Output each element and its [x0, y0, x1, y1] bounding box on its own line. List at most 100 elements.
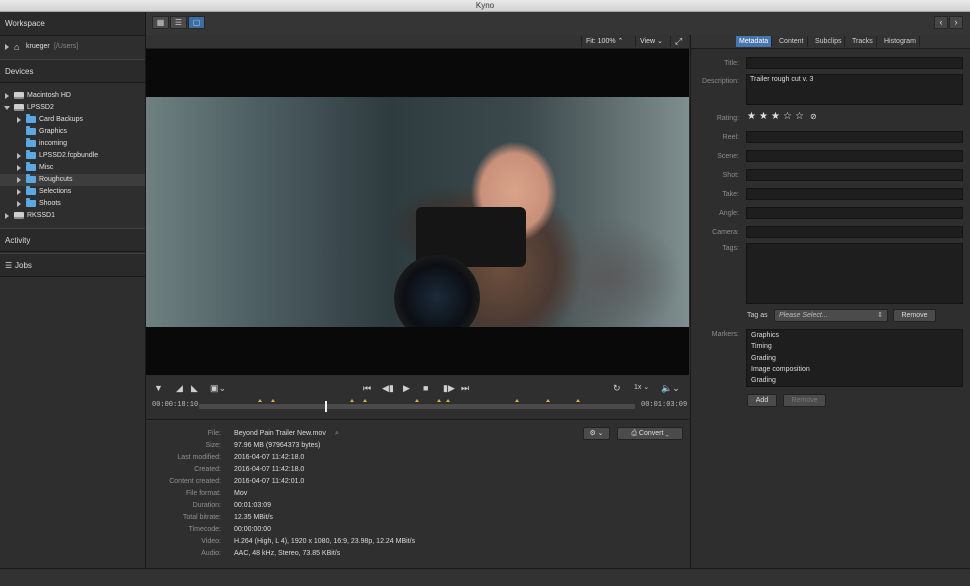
marker-list-item[interactable]: Grading	[751, 376, 776, 386]
timeline-scrubber[interactable]	[199, 399, 635, 412]
devices-header[interactable]: Devices	[0, 59, 145, 83]
fit-zoom-select[interactable]: Fit: 100% ⌃	[581, 36, 627, 47]
folder-item[interactable]: Card Backups	[0, 114, 145, 126]
timeline-marker[interactable]	[545, 399, 550, 402]
settings-menu-button[interactable]: ⚙ ⌄	[583, 427, 610, 440]
play-icon[interactable]: ▶	[403, 382, 410, 394]
tab-subclips[interactable]: Subclips	[812, 36, 846, 47]
video-player[interactable]	[146, 49, 689, 375]
disclosure-triangle-icon[interactable]	[17, 165, 21, 171]
tag-select[interactable]: Please Select... ⇕	[774, 309, 888, 322]
timeline-marker[interactable]	[258, 399, 263, 402]
info-value: H.264 (High, L 4), 1920 x 1080, 16:9, 23…	[234, 538, 416, 545]
title-field[interactable]	[746, 57, 963, 69]
markers-list[interactable]: Graphics Timing Grading Image composition Gr…	[746, 329, 963, 387]
device-item[interactable]: LPSSD2	[0, 102, 145, 114]
timeline-marker[interactable]	[576, 399, 581, 402]
meta-field-label: Scene:	[717, 153, 739, 160]
star-filled-icon[interactable]: ★	[759, 112, 768, 122]
tab-histogram[interactable]: Histogram	[881, 36, 920, 47]
tab-content[interactable]: Content	[776, 36, 808, 47]
meta-field-input[interactable]	[746, 169, 963, 181]
timeline-marker[interactable]	[436, 399, 441, 402]
star-filled-icon[interactable]: ★	[771, 112, 780, 122]
clear-rating-icon[interactable]: ⊘	[810, 112, 817, 122]
forward-icon[interactable]: ›	[949, 16, 963, 29]
description-field[interactable]: Trailer rough cut v. 3	[746, 74, 963, 105]
disclosure-triangle-icon[interactable]	[5, 213, 9, 219]
tag-remove-button[interactable]: Remove	[893, 309, 936, 322]
view-menu[interactable]: View ⌄	[635, 36, 667, 47]
meta-field-input[interactable]	[746, 131, 963, 143]
meta-field-input[interactable]	[746, 150, 963, 162]
disclosure-triangle-icon[interactable]	[5, 44, 9, 50]
timeline-marker[interactable]	[445, 399, 450, 402]
disclosure-triangle-icon[interactable]	[17, 153, 21, 159]
timeline-marker[interactable]	[415, 399, 419, 402]
disclosure-triangle-icon[interactable]	[17, 201, 21, 207]
disclosure-triangle-icon[interactable]	[17, 177, 21, 183]
tags-field[interactable]	[746, 243, 963, 304]
folder-item[interactable]: LPSSD2.fcpbundle	[0, 150, 145, 162]
set-in-point-icon[interactable]: ◢	[176, 382, 183, 394]
go-to-end-icon[interactable]: ⏭	[461, 382, 469, 394]
folder-label: Shoots	[39, 200, 61, 207]
disclosure-triangle-icon[interactable]	[4, 106, 10, 110]
reveal-file-icon[interactable]: ⌕	[335, 428, 339, 440]
device-item[interactable]: Macintosh HD	[0, 90, 145, 102]
back-icon[interactable]: ‹	[934, 16, 948, 29]
remove-marker-button[interactable]: Remove	[783, 394, 826, 407]
meta-field-input[interactable]	[746, 207, 963, 219]
marker-list-item[interactable]: Grading	[751, 354, 776, 364]
star-filled-icon[interactable]: ★	[747, 112, 756, 122]
stop-icon[interactable]: ■	[423, 382, 428, 394]
meta-field-input[interactable]	[746, 188, 963, 200]
marker-list-item[interactable]: Image composition	[751, 365, 810, 375]
activity-header[interactable]: Activity	[0, 228, 145, 252]
player-view-icon[interactable]: ▢	[188, 16, 205, 29]
set-out-point-icon[interactable]: ◣	[191, 382, 198, 394]
folder-item[interactable]: Shoots	[0, 198, 145, 210]
folder-item[interactable]: Misc	[0, 162, 145, 174]
folder-item[interactable]: Selections	[0, 186, 145, 198]
folder-item-selected[interactable]: Roughcuts	[0, 174, 145, 186]
marker-list-item[interactable]: Timing	[751, 342, 772, 352]
star-empty-icon[interactable]: ☆	[783, 112, 792, 122]
folder-icon	[26, 174, 36, 183]
info-value: 97.96 MB (97964373 bytes)	[234, 442, 321, 449]
tab-tracks[interactable]: Tracks	[849, 36, 877, 47]
step-back-icon[interactable]: ◀▮	[382, 382, 394, 394]
meta-field-input[interactable]	[746, 226, 963, 238]
timeline-marker[interactable]	[349, 399, 354, 402]
info-value: 2016-04-07 11:42:18.0	[234, 454, 305, 461]
grid-view-icon[interactable]: ▦	[152, 16, 169, 29]
timeline-marker[interactable]	[515, 399, 520, 402]
fullscreen-icon[interactable]: ⤢	[670, 36, 686, 47]
workspace-header[interactable]: Workspace	[0, 12, 145, 36]
tab-metadata[interactable]: Metadata	[736, 36, 773, 47]
star-empty-icon[interactable]: ☆	[795, 112, 804, 122]
disclosure-triangle-icon[interactable]	[5, 93, 9, 99]
timeline-marker[interactable]	[362, 399, 367, 402]
home-item[interactable]: ⌂ krueger [/Users]	[0, 41, 145, 53]
folder-item[interactable]: incoming	[0, 138, 145, 150]
disclosure-triangle-icon[interactable]	[17, 117, 21, 123]
mark-in-icon[interactable]: ▼	[154, 382, 163, 394]
step-forward-icon[interactable]: ▮▶	[443, 382, 455, 394]
crop-icon[interactable]: ▣⌄	[210, 382, 226, 394]
folder-item[interactable]: Graphics	[0, 126, 145, 138]
loop-icon[interactable]: ↻	[613, 382, 621, 394]
list-view-icon[interactable]: ☰	[170, 16, 187, 29]
playback-speed-select[interactable]: 1x ⌄	[634, 382, 649, 394]
jobs-header[interactable]: ☰ Jobs	[0, 253, 145, 277]
disclosure-triangle-icon[interactable]	[17, 189, 21, 195]
playhead[interactable]	[325, 401, 328, 412]
volume-icon[interactable]: 🔈⌄	[661, 382, 680, 394]
convert-button[interactable]: ⎙ Convert ⌄	[617, 427, 683, 440]
folder-icon	[26, 186, 36, 195]
marker-list-item[interactable]: Graphics	[751, 331, 779, 341]
go-to-start-icon[interactable]: ⏮	[363, 382, 371, 394]
add-marker-button[interactable]: Add	[747, 394, 777, 407]
timeline-marker[interactable]	[271, 399, 276, 402]
device-item[interactable]: RKSSD1	[0, 210, 145, 222]
